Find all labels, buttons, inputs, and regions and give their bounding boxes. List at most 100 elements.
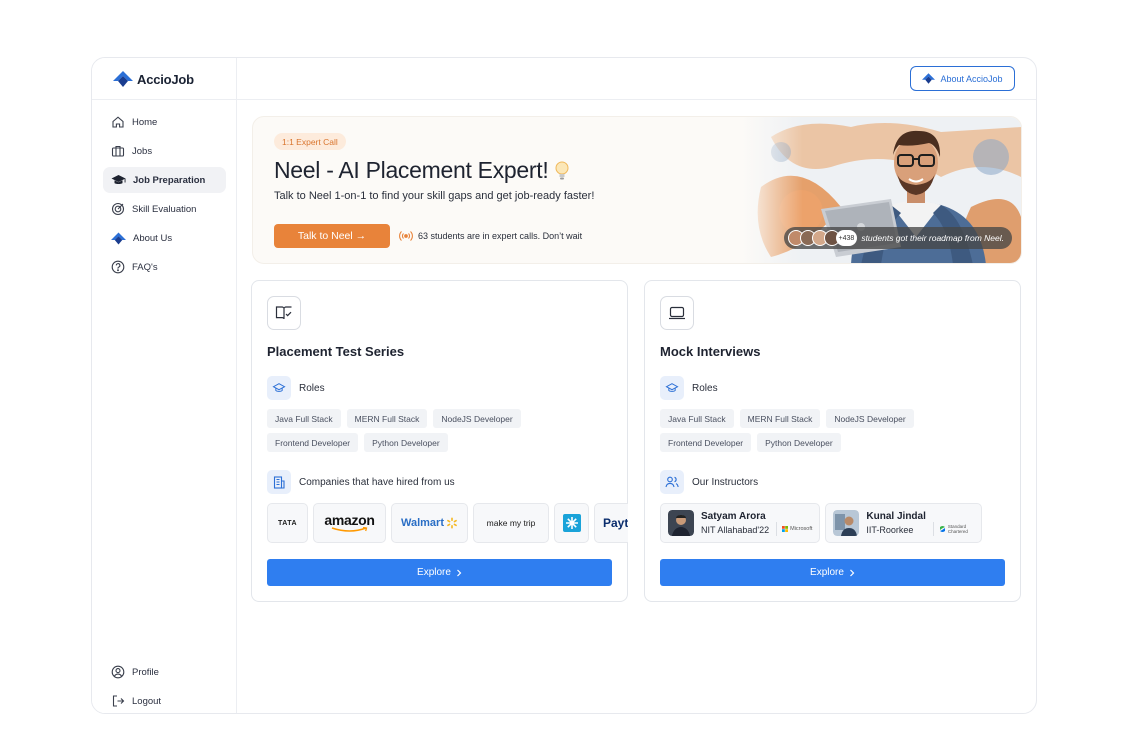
microsoft-logo: Microsoft bbox=[776, 522, 812, 536]
instructors-label: Our Instructors bbox=[692, 476, 759, 488]
acciojob-logo-icon bbox=[113, 71, 133, 87]
sidebar-item-label: Home bbox=[132, 116, 158, 128]
role-chip[interactable]: Java Full Stack bbox=[660, 409, 734, 428]
instructor-photo bbox=[833, 510, 860, 536]
sidebar-item-label: Profile bbox=[132, 666, 159, 678]
company-logos: TATA amazon Walmart make my trip Paytm bbox=[267, 503, 628, 543]
instructor-card[interactable]: Kunal Jindal IIT-Roorkee Standard Charte… bbox=[825, 503, 982, 543]
book-check-icon bbox=[267, 296, 301, 330]
sidebar-item-skill-evaluation[interactable]: Skill Evaluation bbox=[103, 196, 226, 222]
card-title: Placement Test Series bbox=[267, 344, 405, 359]
graduation-cap-icon bbox=[267, 376, 291, 400]
companies-label: Companies that have hired from us bbox=[299, 476, 455, 488]
roles-chips: Java Full Stack MERN Full Stack NodeJS D… bbox=[267, 409, 612, 452]
companies-section-header: Companies that have hired from us bbox=[267, 470, 455, 494]
sidebar-item-label: Logout bbox=[132, 695, 162, 707]
sidebar-nav: Home Jobs Job Preparation Skill Evaluati… bbox=[103, 109, 226, 283]
company-name: Standard Chartered bbox=[947, 524, 968, 534]
role-chip[interactable]: Frontend Developer bbox=[267, 433, 359, 452]
roadmap-social-proof: +438 students got their roadmap from Nee… bbox=[783, 227, 1012, 249]
graduation-cap-icon bbox=[660, 376, 684, 400]
app-window: AccioJob Home Jobs Job Preparation Skill… bbox=[91, 57, 1037, 714]
role-chip[interactable]: Python Developer bbox=[757, 433, 841, 452]
about-acciojob-label: About AccioJob bbox=[940, 73, 1003, 84]
instructors-section-header: Our Instructors bbox=[660, 470, 758, 494]
graduation-cap-icon bbox=[111, 175, 126, 184]
about-acciojob-button[interactable]: About AccioJob bbox=[910, 66, 1015, 91]
instructor-list: Satyam Arora NIT Allahabad'22 Microsoft … bbox=[660, 503, 982, 543]
makemytrip-logo: make my trip bbox=[473, 503, 549, 543]
standard-chartered-logo: Standard Chartered bbox=[932, 522, 974, 536]
hero-title-text: Neel - AI Placement Expert! bbox=[274, 157, 549, 183]
brand-logo[interactable]: AccioJob bbox=[113, 70, 194, 88]
logout-icon bbox=[112, 695, 125, 707]
sidebar-item-home[interactable]: Home bbox=[103, 109, 226, 135]
instructor-college: IIT-Roorkee bbox=[866, 525, 914, 535]
mock-interviews-card: Mock Interviews Roles Java Full Stack ME… bbox=[644, 280, 1021, 602]
instructor-photo bbox=[668, 510, 694, 536]
sidebar-item-about-us[interactable]: About Us bbox=[103, 225, 226, 251]
explore-placement-button[interactable]: Explore bbox=[267, 559, 612, 586]
instructor-name: Kunal Jindal bbox=[866, 511, 926, 522]
chevron-right-icon bbox=[457, 569, 462, 576]
brand-name: AccioJob bbox=[137, 71, 194, 87]
sidebar-item-job-preparation[interactable]: Job Preparation bbox=[103, 167, 226, 193]
briefcase-icon bbox=[111, 145, 125, 157]
avatar-count: +438 bbox=[835, 230, 858, 246]
roles-label: Roles bbox=[299, 382, 325, 394]
company-name: Microsoft bbox=[790, 526, 813, 532]
sidebar-item-label: Job Preparation bbox=[133, 174, 206, 186]
question-icon bbox=[111, 260, 125, 274]
sidebar-item-label: Skill Evaluation bbox=[132, 203, 197, 215]
expert-call-tag: 1:1 Expert Call bbox=[274, 133, 346, 150]
role-chip[interactable]: NodeJS Developer bbox=[433, 409, 521, 428]
role-chip[interactable]: MERN Full Stack bbox=[739, 409, 821, 428]
sidebar-divider bbox=[92, 99, 237, 100]
sidebar-bottom-nav: Profile Logout bbox=[103, 659, 226, 713]
top-bar: About AccioJob bbox=[237, 58, 1036, 100]
sidebar-item-jobs[interactable]: Jobs bbox=[103, 138, 226, 164]
talk-to-neel-button[interactable]: Talk to Neel → bbox=[274, 224, 390, 248]
sidebar-item-logout[interactable]: Logout bbox=[103, 688, 226, 713]
roadmap-text: students got their roadmap from Neel. bbox=[861, 233, 1004, 243]
walmart-logo: Walmart bbox=[391, 503, 468, 543]
sidebar-item-label: Jobs bbox=[132, 145, 153, 157]
role-chip[interactable]: MERN Full Stack bbox=[346, 409, 428, 428]
laptop-icon bbox=[660, 296, 694, 330]
student-avatars: +438 bbox=[787, 230, 858, 246]
sparkle-company-logo bbox=[554, 503, 589, 543]
sidebar-item-profile[interactable]: Profile bbox=[103, 659, 226, 685]
lightbulb-icon bbox=[555, 161, 569, 179]
sidebar-item-label: About Us bbox=[133, 232, 173, 244]
explore-label: Explore bbox=[417, 567, 451, 578]
acciojob-logo-icon bbox=[111, 232, 126, 244]
sidebar: AccioJob Home Jobs Job Preparation Skill… bbox=[92, 58, 237, 713]
home-icon bbox=[112, 116, 124, 128]
instructor-card[interactable]: Satyam Arora NIT Allahabad'22 Microsoft bbox=[660, 503, 821, 543]
explore-label: Explore bbox=[810, 567, 844, 578]
explore-mock-interviews-button[interactable]: Explore bbox=[660, 559, 1005, 586]
placement-test-series-card: Placement Test Series Roles Java Full St… bbox=[251, 280, 628, 602]
role-chip[interactable]: Frontend Developer bbox=[660, 433, 752, 452]
instructor-name: Satyam Arora bbox=[701, 511, 766, 522]
card-title: Mock Interviews bbox=[660, 344, 761, 359]
roles-label: Roles bbox=[692, 382, 718, 394]
roles-section-header: Roles bbox=[660, 376, 718, 400]
acciojob-logo-icon bbox=[922, 73, 936, 84]
target-icon bbox=[111, 202, 125, 216]
broadcast-icon bbox=[399, 231, 413, 241]
hero-subtitle: Talk to Neel 1-on-1 to find your skill g… bbox=[274, 190, 595, 202]
live-status: 63 students are in expert calls. Don’t w… bbox=[399, 230, 582, 242]
role-chip[interactable]: Python Developer bbox=[364, 433, 448, 452]
sidebar-item-faqs[interactable]: FAQ's bbox=[103, 254, 226, 280]
role-chip[interactable]: NodeJS Developer bbox=[826, 409, 914, 428]
user-circle-icon bbox=[111, 665, 125, 679]
tata-logo: TATA bbox=[267, 503, 308, 543]
paytm-logo: Paytm bbox=[594, 503, 628, 543]
hero-title: Neel - AI Placement Expert! bbox=[274, 157, 570, 184]
instructor-college: NIT Allahabad'22 bbox=[701, 525, 770, 535]
building-icon bbox=[267, 470, 291, 494]
sidebar-item-label: FAQ's bbox=[132, 261, 158, 273]
roles-section-header: Roles bbox=[267, 376, 325, 400]
role-chip[interactable]: Java Full Stack bbox=[267, 409, 341, 428]
